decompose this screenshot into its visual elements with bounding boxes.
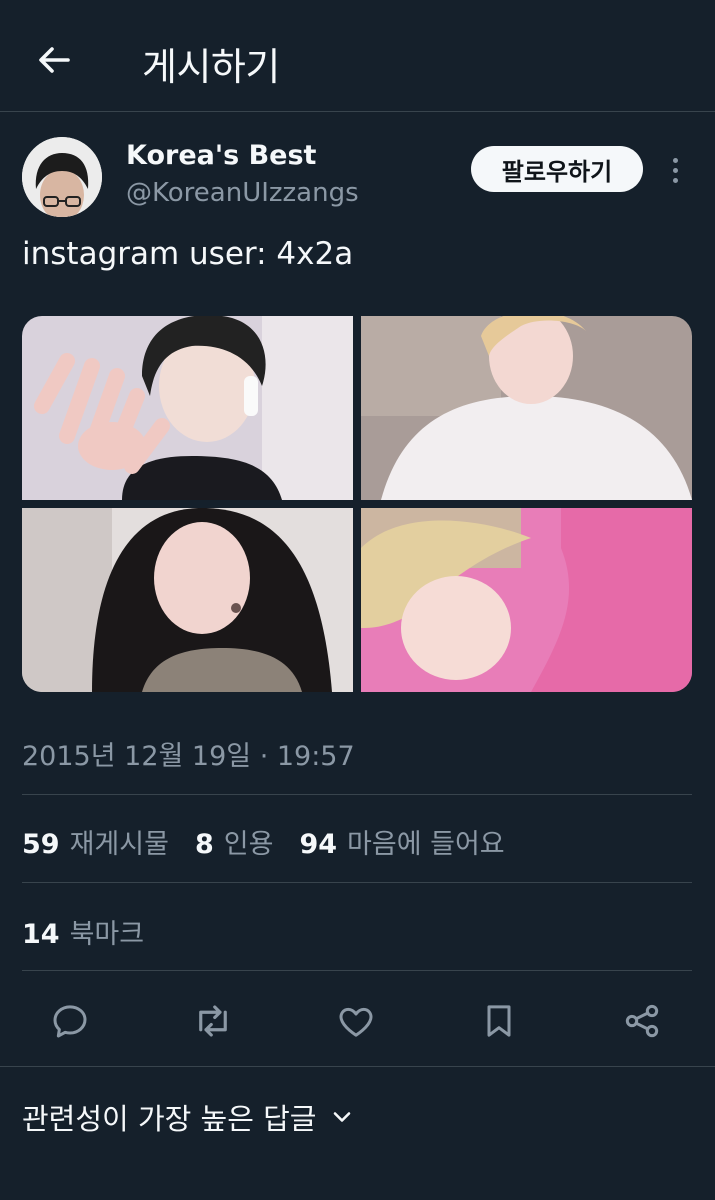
reposts-count: 59 [22, 829, 60, 860]
photo-1[interactable] [22, 316, 353, 500]
avatar[interactable] [22, 137, 102, 217]
photo-3[interactable] [22, 508, 353, 692]
post-timestamp[interactable]: 2015년 12월 19일 · 19:57 [22, 734, 355, 773]
reply-icon [53, 1005, 87, 1038]
quotes-stat[interactable]: 8 인용 [195, 822, 273, 861]
likes-label: 마음에 들어요 [347, 829, 505, 860]
more-dot [672, 157, 678, 163]
reposts-label: 재게시물 [69, 829, 169, 860]
chevron-down-icon [334, 1112, 351, 1122]
bookmarks-stat-inner: 14 북마크 [22, 912, 144, 951]
share-icon [625, 1004, 659, 1038]
like-button[interactable] [333, 998, 379, 1044]
quotes-label: 인용 [223, 829, 274, 860]
page-title: 게시하기 [142, 45, 280, 89]
quotes-count: 8 [194, 829, 214, 860]
bookmarks-label: 북마크 [69, 919, 145, 950]
likes-count: 94 [299, 829, 338, 860]
back-button[interactable] [30, 38, 78, 82]
divider [22, 882, 692, 883]
reposts-stat[interactable]: 59 재게시물 [22, 822, 169, 861]
like-icon [339, 1007, 373, 1037]
reply-button[interactable] [47, 998, 93, 1044]
bookmarks-stat[interactable]: 14 북마크 [22, 912, 144, 951]
media-grid [22, 316, 692, 692]
repost-button[interactable] [190, 998, 236, 1044]
more-dot [672, 167, 678, 173]
bookmark-button[interactable] [476, 998, 522, 1044]
repost-icon [199, 1005, 227, 1037]
share-button[interactable] [619, 998, 665, 1044]
photo-2[interactable] [361, 316, 692, 500]
photo-4[interactable] [361, 508, 692, 692]
divider [22, 794, 692, 795]
post-stats: 59 재게시물 8 인용 94 마음에 들어요 [22, 822, 531, 861]
follow-button[interactable]: 팔로우하기 [471, 146, 643, 192]
likes-stat[interactable]: 94 마음에 들어요 [299, 822, 504, 861]
bookmarks-count: 14 [22, 919, 60, 950]
divider [0, 1066, 715, 1067]
more-dot [672, 177, 678, 183]
more-options-button[interactable] [663, 150, 687, 190]
top-bar: 게시하기 [0, 0, 715, 112]
author-display-name[interactable]: Korea's Best [126, 140, 316, 171]
post-text: instagram user: 4x2a [22, 236, 354, 272]
replies-sort-label: 관련성이 가장 높은 답글 [22, 1102, 317, 1136]
replies-sort-dropdown[interactable]: 관련성이 가장 높은 답글 [22, 1096, 354, 1138]
arrow-left-icon [39, 47, 70, 73]
divider [22, 970, 692, 971]
bookmark-icon [487, 1005, 511, 1037]
author-handle[interactable]: @KoreanUIzzangs [126, 178, 359, 208]
